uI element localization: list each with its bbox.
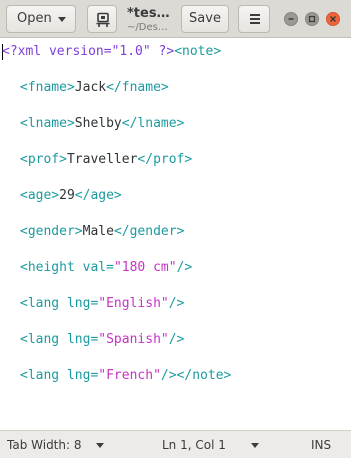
tag-end: /></note>	[160, 368, 232, 383]
code-line-10: <lang lng="French"/></note>	[20, 367, 231, 385]
attribute-name: val=	[74, 260, 114, 275]
code-line-4: <prof>Traveller</prof>	[20, 151, 192, 169]
tag-start: <lang	[20, 296, 60, 311]
code-line-1: <?xml version="1.0" ?><note>	[2, 43, 221, 61]
tag-open: <prof>	[20, 152, 67, 167]
menu-button[interactable]	[238, 5, 270, 33]
tag-end: />	[176, 260, 193, 275]
chevron-down-icon	[96, 443, 104, 448]
pin-icon	[96, 12, 110, 27]
tag-note-open: <note>	[174, 44, 222, 59]
code-line-8: <lang lng="English"/>	[20, 295, 184, 313]
chevron-down-icon	[58, 17, 66, 22]
element-text: Shelby	[74, 116, 122, 131]
element-text: 29	[59, 188, 75, 203]
chevron-down-icon	[251, 443, 259, 448]
tag-close: </age>	[74, 188, 122, 203]
code-line-5: <age>29</age>	[20, 187, 122, 205]
close-icon	[330, 16, 336, 22]
document-path: ~/Des…	[127, 22, 168, 33]
attribute-name: lng=	[59, 368, 99, 383]
code-line-6: <gender>Male</gender>	[20, 223, 184, 241]
attribute-value: "French"	[98, 368, 161, 383]
insert-mode-indicator[interactable]: INS	[311, 438, 331, 452]
code-line-2: <fname>Jack</fname>	[20, 79, 169, 97]
tag-start: <height	[20, 260, 75, 275]
tag-start: <lang	[20, 332, 60, 347]
attribute-value: "English"	[98, 296, 169, 311]
header-bar: Open *tes… ~/Des… Save	[0, 0, 351, 38]
attribute-value: "180 cm"	[113, 260, 177, 275]
new-document-button[interactable]	[87, 5, 117, 33]
element-text: Male	[82, 224, 114, 239]
cursor-position[interactable]: Ln 1, Col 1	[162, 438, 226, 452]
tag-end: />	[168, 296, 185, 311]
tag-open: <fname>	[20, 80, 75, 95]
attribute-name: lng=	[59, 296, 99, 311]
attribute-name: lng=	[59, 332, 99, 347]
save-button[interactable]: Save	[181, 5, 229, 33]
maximize-icon	[308, 15, 316, 23]
open-button[interactable]: Open	[6, 5, 76, 33]
tag-open: <gender>	[20, 224, 83, 239]
window-title: *tes… ~/Des…	[125, 3, 177, 37]
text-editor[interactable]: <?xml version="1.0" ?><note> <fname>Jack…	[0, 38, 351, 430]
tag-open: <lname>	[20, 116, 75, 131]
open-button-label: Open	[17, 11, 52, 26]
xml-declaration: <?xml version="1.0" ?>	[2, 44, 175, 59]
maximize-button[interactable]	[305, 12, 319, 26]
status-bar: Tab Width: 8 Ln 1, Col 1 INS	[0, 430, 351, 458]
tag-close: </fname>	[106, 80, 169, 95]
tag-open: <age>	[20, 188, 60, 203]
cursor-position-label: Ln 1, Col 1	[162, 438, 226, 452]
code-line-9: <lang lng="Spanish"/>	[20, 331, 184, 349]
tag-end: />	[168, 332, 185, 347]
close-button[interactable]	[326, 12, 340, 26]
element-text: Jack	[74, 80, 107, 95]
tag-close: </prof>	[137, 152, 193, 167]
code-line-3: <lname>Shelby</lname>	[20, 115, 184, 133]
code-line-7: <height val="180 cm"/>	[20, 259, 192, 277]
document-title: *tes…	[127, 6, 170, 21]
tag-start: <lang	[20, 368, 60, 383]
minimize-icon	[288, 18, 294, 20]
minimize-button[interactable]	[284, 12, 298, 26]
tab-width-selector[interactable]: Tab Width: 8	[7, 438, 81, 452]
insert-mode-label: INS	[311, 438, 332, 452]
tag-close: </lname>	[121, 116, 185, 131]
tag-close: </gender>	[113, 224, 185, 239]
attribute-value: "Spanish"	[98, 332, 169, 347]
tab-width-label: Tab Width: 8	[7, 438, 82, 452]
element-text: Traveller	[66, 152, 138, 167]
